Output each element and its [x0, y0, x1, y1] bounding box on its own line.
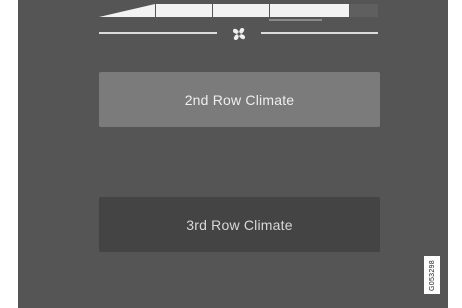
- row3-climate-label: 3rd Row Climate: [186, 216, 293, 233]
- row2-climate-label: 2nd Row Climate: [184, 91, 295, 108]
- fan-level-indicator: [269, 19, 322, 21]
- fan-divider-left: [99, 32, 217, 34]
- row3-climate-button[interactable]: 3rd Row Climate: [99, 197, 380, 252]
- fan-level-bar[interactable]: [99, 4, 378, 17]
- fan-level-segment-4[interactable]: [350, 4, 378, 17]
- fan-icon: [233, 28, 245, 40]
- image-code-text: G053298: [428, 259, 436, 291]
- image-code-label: G053298: [424, 256, 440, 294]
- fan-level-segment-3[interactable]: [270, 4, 349, 17]
- row2-climate-button[interactable]: 2nd Row Climate: [99, 72, 380, 127]
- fan-control: [99, 24, 378, 44]
- climate-screen: 2nd Row Climate 3rd Row Climate: [18, 0, 448, 308]
- fan-level-segment-1[interactable]: [156, 4, 212, 17]
- fan-divider-right: [261, 32, 378, 34]
- fan-level-segment-2[interactable]: [213, 4, 269, 17]
- fan-level-ramp: [99, 4, 155, 17]
